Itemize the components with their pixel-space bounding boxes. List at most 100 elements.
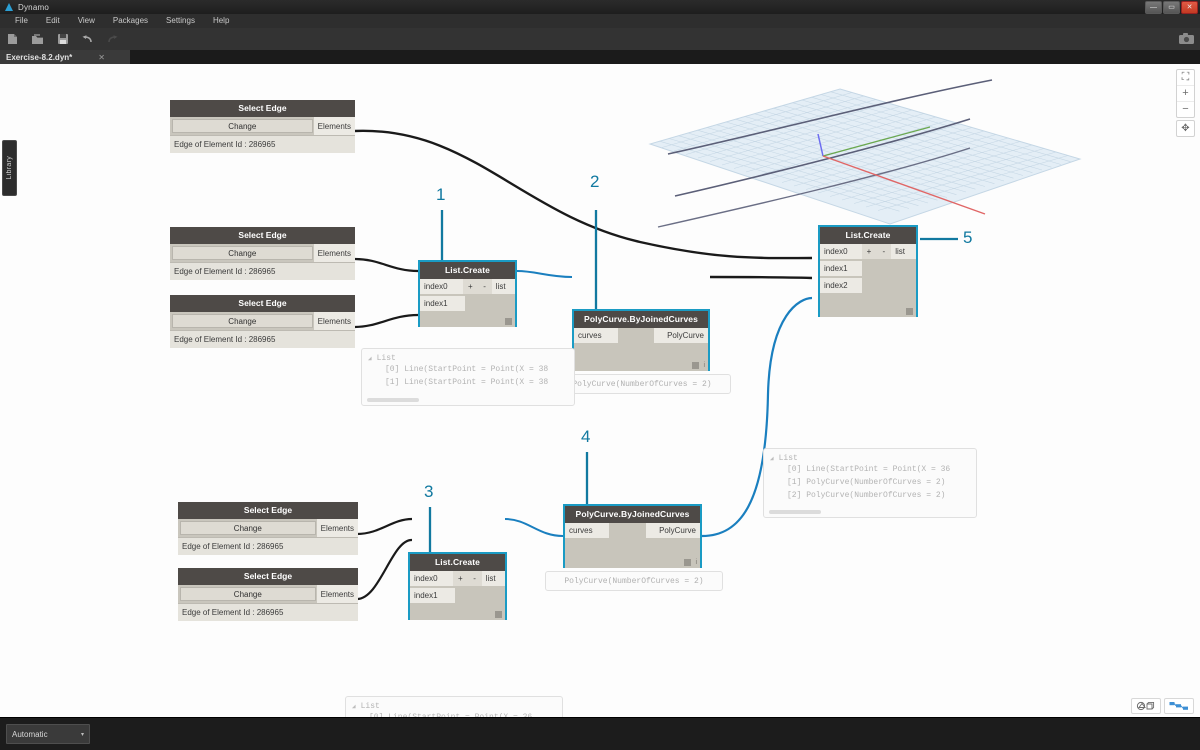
fit-to-screen-icon[interactable]: ⛶ [1177,70,1194,85]
minimize-button[interactable]: — [1145,1,1162,14]
output-port-list[interactable]: list [491,279,516,294]
input-port-curves[interactable]: curves [565,523,609,538]
status-bar: Automatic ▾ [0,717,1200,750]
preview-horizontal-scrollbar[interactable] [769,510,821,514]
add-input-button[interactable]: + [861,244,877,259]
info-icon[interactable]: i [703,362,705,369]
zoom-controls: ⛶ + − [1176,69,1195,118]
preview-list-header: ◢ List [368,354,568,363]
preview-list-label: List [360,702,380,711]
output-port-elements[interactable]: Elements [313,244,355,262]
preview-toggle-icon[interactable] [906,308,913,315]
app-title: Dynamo [18,2,49,12]
menu-item-file[interactable]: File [6,14,37,28]
close-button[interactable]: ✕ [1181,1,1198,14]
node-list-create-1[interactable]: List.Create index0 + - list index1 [418,260,517,327]
collapse-arrow-icon[interactable]: ◢ [352,703,356,710]
menu-item-help[interactable]: Help [204,14,238,28]
input-port-index1[interactable]: index1 [420,296,465,311]
close-icon[interactable]: ✕ [98,53,105,62]
preview-list-header: ◢ List [352,702,556,711]
zoom-in-button[interactable]: + [1177,85,1194,101]
workspace-tab[interactable]: Exercise-8.2.dyn* ✕ [0,50,130,64]
node-select-edge-1[interactable]: Select Edge Change Elements Edge of Elem… [170,100,355,153]
toggle-graph-view-icon[interactable] [1164,698,1194,714]
node-footer [495,611,502,618]
change-button[interactable]: Change [172,119,313,133]
add-input-button[interactable]: + [453,571,468,586]
node-footer: i [692,362,705,369]
input-port-index2[interactable]: index2 [820,278,862,293]
remove-input-button[interactable]: - [467,571,482,586]
input-port-index0[interactable]: index0 [820,244,862,259]
output-port-elements[interactable]: Elements [313,117,355,135]
menu-item-view[interactable]: View [69,14,104,28]
remove-input-button[interactable]: - [477,279,492,294]
node-select-edge-5[interactable]: Select Edge Change Elements Edge of Elem… [178,568,358,621]
change-button[interactable]: Change [180,521,316,535]
menu-item-settings[interactable]: Settings [157,14,204,28]
change-button[interactable]: Change [172,246,313,260]
menu-item-edit[interactable]: Edit [37,14,69,28]
toggle-3d-preview-icon[interactable] [1131,698,1161,714]
title-bar: Dynamo — ▭ ✕ [0,0,1200,15]
preview-horizontal-scrollbar[interactable] [367,398,419,402]
node-list-create-3[interactable]: List.Create index0 + - list index1 index… [818,225,918,317]
input-port-index1[interactable]: index1 [410,588,455,603]
info-icon[interactable]: i [695,559,697,566]
menu-item-packages[interactable]: Packages [104,14,157,28]
output-port-polycurve[interactable]: PolyCurve [646,523,700,538]
node-status-text: Edge of Element Id : 286965 [170,262,355,280]
node-status-text: Edge of Element Id : 286965 [170,330,355,348]
preview-bubble-list-create-3: ◢ List [0] Line(StartPoint = Point(X = 3… [763,448,977,518]
input-port-index0[interactable]: index0 [420,279,464,294]
node-list-create-2[interactable]: List.Create index0 + - list index1 [408,552,507,620]
preview-toggle-icon[interactable] [495,611,502,618]
output-port-elements[interactable]: Elements [313,312,355,330]
output-port-elements[interactable]: Elements [316,519,358,537]
preview-bubble-polycurve-2: PolyCurve(NumberOfCurves = 2) [545,571,723,591]
zoom-out-button[interactable]: − [1177,101,1194,117]
preview-list-row: [2] PolyCurve(NumberOfCurves = 2) [787,491,946,500]
node-select-edge-2[interactable]: Select Edge Change Elements Edge of Elem… [170,227,355,280]
preview-toggle-icon[interactable] [684,559,692,566]
run-mode-dropdown[interactable]: Automatic ▾ [6,724,90,744]
collapse-arrow-icon[interactable]: ◢ [368,355,372,362]
node-title: List.Create [410,554,505,571]
node-title: Select Edge [178,502,358,519]
input-port-curves[interactable]: curves [574,328,618,343]
output-port-elements[interactable]: Elements [316,585,358,603]
node-select-edge-3[interactable]: Select Edge Change Elements Edge of Elem… [170,295,355,348]
node-status-text: Edge of Element Id : 286965 [178,537,358,555]
input-port-index0[interactable]: index0 [410,571,454,586]
collapse-arrow-icon[interactable]: ◢ [770,455,774,462]
node-polycurve-byjoinedcurves-2[interactable]: PolyCurve.ByJoinedCurves curves PolyCurv… [563,504,702,568]
new-file-icon[interactable] [6,33,19,46]
preview-toggle-icon[interactable] [692,362,700,369]
change-button[interactable]: Change [172,314,313,328]
save-file-icon[interactable] [56,33,69,46]
open-file-icon[interactable] [31,33,44,46]
preview-bubble-list-create-1: ◢ List [0] Line(StartPoint = Point(X = 3… [361,348,575,406]
change-button[interactable]: Change [180,587,316,601]
node-title: Select Edge [170,295,355,312]
output-port-list[interactable]: list [481,571,506,586]
node-select-edge-4[interactable]: Select Edge Change Elements Edge of Elem… [178,502,358,555]
output-port-polycurve[interactable]: PolyCurve [654,328,708,343]
output-port-list[interactable]: list [891,244,916,259]
callout-4: 4 [581,427,591,446]
graph-canvas[interactable]: Library ⛶ + − ✥ Select Edge Change Eleme… [0,64,1200,718]
remove-input-button[interactable]: - [876,244,892,259]
node-polycurve-byjoinedcurves-1[interactable]: PolyCurve.ByJoinedCurves curves PolyCurv… [572,309,710,371]
input-port-index1[interactable]: index1 [820,261,862,276]
camera-icon[interactable] [1178,32,1194,45]
pan-tool-icon[interactable]: ✥ [1176,120,1195,137]
node-title: PolyCurve.ByJoinedCurves [574,311,708,328]
library-panel-tab[interactable]: Library [2,140,17,196]
workspace-tab-bar: Exercise-8.2.dyn* ✕ [0,50,1200,64]
undo-icon[interactable] [81,33,94,46]
add-input-button[interactable]: + [463,279,478,294]
preview-toggle-icon[interactable] [505,318,512,325]
preview-list-row: [1] Line(StartPoint = Point(X = 38 [385,378,549,387]
maximize-button[interactable]: ▭ [1163,1,1180,14]
